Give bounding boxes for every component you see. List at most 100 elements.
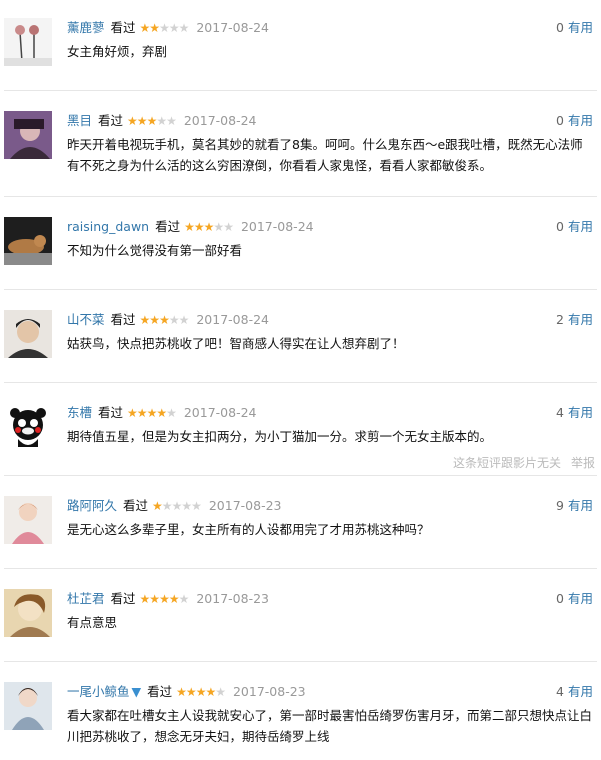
woman-avatar[interactable] (4, 682, 52, 730)
useful-button[interactable]: 有用 (568, 113, 593, 128)
star-filled-icon: ★ (195, 685, 207, 699)
comment-date: 2017-08-24 (183, 405, 257, 420)
username-link[interactable]: 杜芷君 (67, 591, 105, 606)
useful-count: 2 (556, 312, 564, 327)
divider (4, 661, 597, 662)
username-link[interactable]: 山不菜 (67, 312, 105, 327)
comment-date: 2017-08-24 (240, 219, 314, 234)
comment-date: 2017-08-23 (232, 684, 306, 699)
cartoon-avatar[interactable] (4, 589, 52, 637)
username-link[interactable]: 薰鹿蓼 (67, 20, 105, 35)
useful-vote[interactable]: 0 有用 (556, 590, 593, 608)
rating-stars: ★★★★★ (139, 590, 190, 608)
comment-date: 2017-08-23 (208, 498, 282, 513)
username-link[interactable]: 一尾小鲸鱼 (67, 684, 130, 699)
star-empty-icon: ★ (161, 499, 173, 513)
comment-date: 2017-08-24 (183, 113, 257, 128)
useful-button[interactable]: 有用 (568, 405, 593, 420)
useful-vote[interactable]: 9 有用 (556, 497, 593, 515)
useful-count: 9 (556, 498, 564, 513)
star-filled-icon: ★ (136, 406, 148, 420)
star-filled-icon: ★ (127, 114, 138, 128)
username-link[interactable]: raising_dawn (67, 219, 149, 234)
star-filled-icon: ★ (159, 313, 170, 327)
comment-text: 是无心这么多辈子里，女主所有的人设都用完了才用苏桃这种吗？ (67, 522, 430, 537)
star-filled-icon: ★ (149, 21, 160, 35)
username-link[interactable]: 东槽 (67, 405, 92, 420)
useful-button[interactable]: 有用 (568, 20, 593, 35)
watched-label: 看过 (147, 684, 173, 699)
star-filled-icon: ★ (184, 220, 195, 234)
divider (4, 289, 597, 290)
star-empty-icon: ★ (178, 592, 190, 606)
star-filled-icon: ★ (156, 406, 167, 420)
comment-text: 看大家都在吐槽女主人设我就安心了，第一部时最害怕岳绮罗伤害月牙，而第二部只想快点… (67, 708, 593, 744)
username-link[interactable]: 黑目 (67, 113, 92, 128)
comment-text: 女主角好烦，弃剧 (67, 44, 168, 59)
useful-button[interactable]: 有用 (568, 498, 593, 513)
comment-text: 昨天开着电视玩手机，莫名其妙的就看了8集。呵呵。什么鬼东西～e跟我吐槽，既然无心… (67, 137, 583, 173)
bear-avatar[interactable] (4, 403, 52, 451)
comment-text: 姑获鸟，快点把苏桃收了吧！智商感人得实在让人想弃剧了！ (67, 336, 405, 351)
username-link[interactable]: 路阿阿久 (67, 498, 117, 513)
star-filled-icon: ★ (146, 114, 158, 128)
star-filled-icon: ★ (127, 406, 138, 420)
star-filled-icon: ★ (152, 499, 163, 513)
star-filled-icon: ★ (146, 406, 158, 420)
divider (4, 90, 597, 91)
girl-avatar[interactable] (4, 496, 52, 544)
whale-icon: ▼ (131, 684, 142, 699)
useful-vote[interactable]: 2 有用 (556, 311, 593, 329)
cat-avatar[interactable] (4, 217, 52, 265)
useful-button[interactable]: 有用 (568, 684, 593, 699)
star-filled-icon: ★ (149, 592, 160, 606)
rating-stars: ★★★★★ (184, 218, 234, 236)
useful-vote[interactable]: 0 有用 (556, 19, 593, 37)
useful-count: 0 (556, 20, 564, 35)
watched-label: 看过 (110, 591, 136, 606)
star-filled-icon: ★ (139, 313, 151, 327)
useful-vote[interactable]: 0 有用 (556, 112, 593, 130)
unrelated-note-link[interactable]: 这条短评跟影片无关 (453, 456, 561, 470)
star-filled-icon: ★ (159, 592, 170, 606)
comment-date: 2017-08-24 (196, 20, 270, 35)
roses-avatar[interactable] (4, 18, 52, 66)
star-empty-icon: ★ (168, 313, 180, 327)
divider (4, 475, 597, 476)
watched-label: 看过 (110, 312, 136, 327)
comment-text: 期待值五星，但是为女主扣两分，为小丁猫加一分。求剪一个无女主版本的。 (67, 429, 493, 444)
star-empty-icon: ★ (166, 114, 177, 128)
star-filled-icon: ★ (139, 592, 151, 606)
useful-vote[interactable]: 4 有用 (556, 683, 593, 701)
star-filled-icon: ★ (203, 220, 215, 234)
useful-button[interactable]: 有用 (568, 312, 593, 327)
watched-label: 看过 (98, 405, 124, 420)
comment-date: 2017-08-23 (196, 591, 270, 606)
useful-count: 0 (556, 113, 564, 128)
star-filled-icon: ★ (193, 220, 205, 234)
rating-stars: ★★★★★ (127, 404, 177, 422)
useful-button[interactable]: 有用 (568, 591, 593, 606)
star-filled-icon: ★ (136, 114, 148, 128)
star-empty-icon: ★ (166, 406, 177, 420)
useful-button[interactable]: 有用 (568, 219, 593, 234)
portrait-avatar[interactable] (4, 111, 52, 159)
divider (4, 382, 597, 383)
watched-label: 看过 (110, 20, 136, 35)
useful-vote[interactable]: 4 有用 (556, 404, 593, 422)
star-empty-icon: ★ (171, 499, 183, 513)
useful-count: 0 (556, 219, 564, 234)
divider (4, 568, 597, 569)
star-filled-icon: ★ (185, 685, 197, 699)
star-empty-icon: ★ (178, 21, 190, 35)
star-empty-icon: ★ (191, 499, 202, 513)
rating-stars: ★★★★★ (140, 19, 190, 37)
comment-date: 2017-08-24 (196, 312, 270, 327)
man-avatar[interactable] (4, 310, 52, 358)
useful-vote[interactable]: 0 有用 (556, 218, 593, 236)
watched-label: 看过 (155, 219, 181, 234)
star-empty-icon: ★ (213, 220, 224, 234)
report-link[interactable]: 举报 (571, 456, 595, 470)
star-filled-icon: ★ (205, 685, 216, 699)
star-empty-icon: ★ (159, 21, 170, 35)
